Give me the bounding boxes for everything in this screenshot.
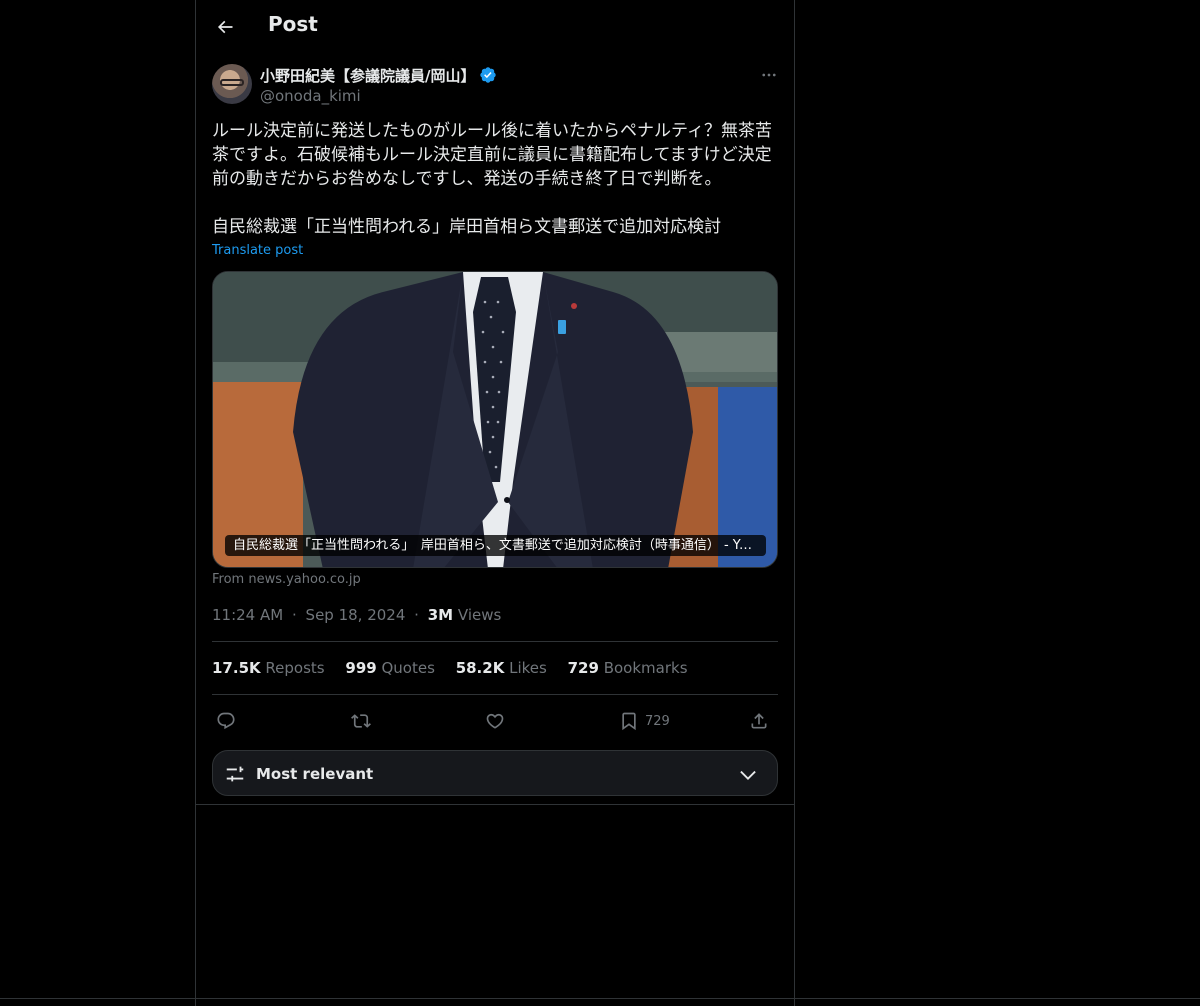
post-header: Post (196, 0, 794, 53)
share-button[interactable] (749, 706, 769, 736)
action-bar: 729 (212, 704, 778, 736)
card-title: 自民総裁選「正当性問われる」 岸田首相ら、文書郵送で追加対応検討（時事通信） -… (225, 535, 766, 556)
meta-separator: · (414, 606, 419, 624)
post-bottom-divider (196, 804, 794, 805)
post-text: ルール決定前に発送したものがルール後に着いたからペナルティ？無茶苦茶ですよ。石破… (212, 121, 772, 237)
post-meta: 11:24 AM · Sep 18, 2024 · 3M Views (212, 606, 501, 624)
divider (212, 641, 778, 642)
repost-icon (351, 714, 371, 728)
arrow-left-icon (217, 20, 233, 34)
reposts-stat[interactable]: 17.5K Reposts (212, 659, 325, 677)
author-handle[interactable]: @onoda_kimi (260, 87, 361, 105)
card-source[interactable]: From news.yahoo.co.jp (212, 572, 361, 587)
meta-separator: · (291, 606, 297, 624)
reply-button[interactable] (216, 706, 236, 736)
like-button[interactable] (485, 706, 505, 736)
more-dots-icon (762, 73, 776, 77)
engagement-stats: 17.5K Reposts 999 Quotes 58.2K Likes 729… (212, 659, 704, 677)
more-options-button[interactable] (758, 64, 780, 86)
bottom-divider (0, 998, 1200, 999)
sort-label: Most relevant (256, 765, 374, 783)
back-button[interactable] (208, 10, 242, 44)
views-label: Views (457, 606, 502, 624)
post-date[interactable]: Sep 18, 2024 (306, 606, 406, 624)
avatar[interactable] (212, 64, 252, 104)
chevron-down-icon (740, 770, 756, 780)
card-image (213, 272, 777, 567)
link-card[interactable]: 自民総裁選「正当性問われる」 岸田首相ら、文書郵送で追加対応検討（時事通信） -… (212, 271, 778, 568)
divider (212, 694, 778, 695)
share-icon (751, 713, 767, 729)
bookmark-icon (622, 712, 636, 731)
repost-button[interactable] (351, 706, 371, 736)
bookmark-button[interactable]: 729 (619, 706, 670, 736)
page-title: Post (268, 12, 318, 36)
reply-icon (217, 712, 235, 730)
bookmark-count: 729 (645, 713, 670, 729)
post-time[interactable]: 11:24 AM (212, 606, 283, 624)
heart-icon (486, 713, 504, 729)
reply-sort-dropdown[interactable]: Most relevant (212, 750, 778, 796)
primary-column: Post 小野田紀美【参議院議員/岡山】 @onoda_kimi ルール決定前に… (195, 0, 795, 1006)
sliders-icon (226, 766, 244, 782)
views-count: 3M (427, 606, 454, 624)
bookmarks-stat[interactable]: 729 Bookmarks (568, 659, 688, 677)
likes-stat[interactable]: 58.2K Likes (456, 659, 547, 677)
translate-post-link[interactable]: Translate post (212, 243, 303, 258)
author-display-name[interactable]: 小野田紀美【参議院議員/岡山】 (260, 65, 475, 86)
quotes-stat[interactable]: 999 Quotes (345, 659, 435, 677)
verified-badge-icon (480, 67, 496, 83)
